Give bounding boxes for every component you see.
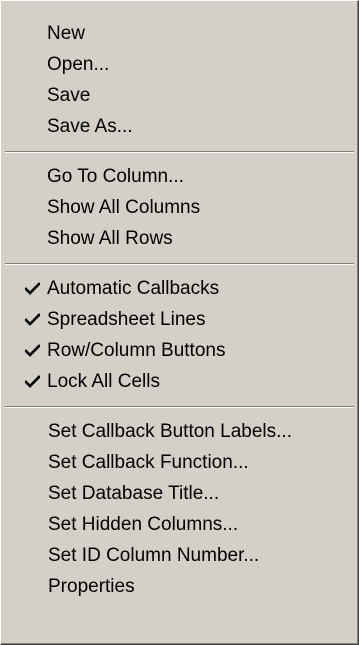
menu-item-label: Go To Column... <box>47 166 184 187</box>
checkmark-icon <box>23 304 41 335</box>
checkmark-icon <box>23 273 41 304</box>
menu-item-show-all-columns[interactable]: Show All Columns <box>1 192 358 223</box>
menu-item-label: Set Database Title... <box>48 483 220 504</box>
menu-item-properties[interactable]: Properties <box>1 571 358 602</box>
menu-item-save[interactable]: Save <box>1 80 358 111</box>
menu-item-lock-all-cells[interactable]: Lock All Cells <box>1 366 358 397</box>
menu-item-label: Set ID Column Number... <box>48 545 260 566</box>
menu-item-go-to-column[interactable]: Go To Column... <box>1 161 358 192</box>
menu-separator <box>5 151 354 153</box>
menu-separator <box>5 406 354 408</box>
menu-item-set-hidden-columns[interactable]: Set Hidden Columns... <box>1 509 358 540</box>
menu-item-label: Lock All Cells <box>47 371 160 392</box>
context-menu: New Open... Save Save As... Go To Column… <box>0 0 359 645</box>
menu-item-set-callback-function[interactable]: Set Callback Function... <box>1 447 358 478</box>
menu-item-label: New <box>47 23 86 44</box>
checkmark-icon <box>23 335 41 366</box>
menu-item-label: Row/Column Buttons <box>47 340 226 361</box>
menu-item-label: Spreadsheet Lines <box>47 309 206 330</box>
menu-item-label: Open... <box>47 54 110 75</box>
menu-item-set-callback-button-labels[interactable]: Set Callback Button Labels... <box>1 416 358 447</box>
menu-item-label: Set Hidden Columns... <box>48 514 239 535</box>
menu-item-set-database-title[interactable]: Set Database Title... <box>1 478 358 509</box>
menu-item-label: Save As... <box>47 116 133 137</box>
menu-item-label: Show All Rows <box>47 228 173 249</box>
menu-item-spreadsheet-lines[interactable]: Spreadsheet Lines <box>1 304 358 335</box>
menu-item-label: Save <box>47 85 91 106</box>
menu-separator <box>5 263 354 265</box>
menu-item-label: Set Callback Function... <box>48 452 249 473</box>
menu-item-label: Set Callback Button Labels... <box>48 421 292 442</box>
menu-item-automatic-callbacks[interactable]: Automatic Callbacks <box>1 273 358 304</box>
menu-item-save-as[interactable]: Save As... <box>1 111 358 142</box>
menu-item-set-id-column-number[interactable]: Set ID Column Number... <box>1 540 358 571</box>
menu-item-new[interactable]: New <box>1 18 358 49</box>
menu-item-label: Automatic Callbacks <box>47 278 220 299</box>
menu-item-label: Properties <box>48 576 135 597</box>
menu-item-row-column-buttons[interactable]: Row/Column Buttons <box>1 335 358 366</box>
menu-item-open[interactable]: Open... <box>1 49 358 80</box>
menu-item-label: Show All Columns <box>47 197 201 218</box>
checkmark-icon <box>23 366 41 397</box>
menu-item-show-all-rows[interactable]: Show All Rows <box>1 223 358 254</box>
